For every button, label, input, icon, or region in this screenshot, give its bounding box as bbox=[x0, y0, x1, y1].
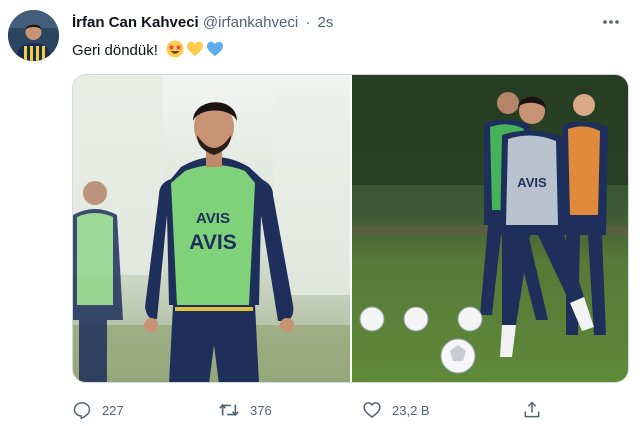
tweet-header: İrfan Can Kahveci @irfankahveci · 2s bbox=[72, 13, 333, 33]
bib-sponsor-text-1: AVIS bbox=[196, 210, 230, 227]
share-button[interactable] bbox=[522, 396, 542, 424]
tweet-media-grid: AVIS AVIS AVIS bbox=[72, 74, 629, 383]
reply-button[interactable]: 227 bbox=[72, 396, 124, 424]
more-options-button[interactable] bbox=[600, 12, 622, 32]
tweet-actions: 227 376 23,2 B bbox=[72, 396, 552, 424]
media-photo-2[interactable]: AVIS bbox=[352, 75, 628, 382]
share-icon bbox=[524, 401, 540, 418]
reply-icon bbox=[73, 402, 91, 420]
blue-heart-icon bbox=[207, 41, 224, 56]
like-count: 23,2 B bbox=[392, 402, 430, 418]
tweet-timestamp[interactable]: 2s bbox=[318, 14, 334, 31]
yellow-heart-icon bbox=[187, 41, 204, 56]
media-photo-1[interactable]: AVIS AVIS bbox=[73, 75, 350, 382]
tweet-text: Geri döndük! bbox=[72, 40, 224, 61]
retweet-count: 376 bbox=[250, 402, 272, 418]
more-horizontal-icon bbox=[603, 20, 619, 24]
tweet-text-content: Geri döndük! bbox=[72, 42, 158, 59]
like-button[interactable]: 23,2 B bbox=[362, 396, 430, 424]
user-handle[interactable]: @irfankahveci bbox=[203, 14, 298, 31]
reply-count: 227 bbox=[102, 402, 124, 418]
retweet-button[interactable]: 376 bbox=[218, 396, 272, 424]
photo-player-training: AVIS AVIS bbox=[73, 75, 350, 382]
emoji-group bbox=[166, 40, 224, 58]
retweet-icon bbox=[219, 403, 239, 417]
star-struck-face-icon bbox=[166, 40, 184, 58]
shirt-sponsor-text-2: AVIS bbox=[517, 175, 547, 190]
separator-dot: · bbox=[305, 14, 311, 31]
photo-team-training: AVIS bbox=[352, 75, 628, 382]
avatar-image bbox=[8, 10, 59, 61]
heart-icon bbox=[363, 402, 381, 418]
shirt-sponsor-text-1: AVIS bbox=[189, 231, 236, 254]
avatar[interactable] bbox=[8, 10, 59, 61]
display-name[interactable]: İrfan Can Kahveci bbox=[72, 14, 199, 31]
